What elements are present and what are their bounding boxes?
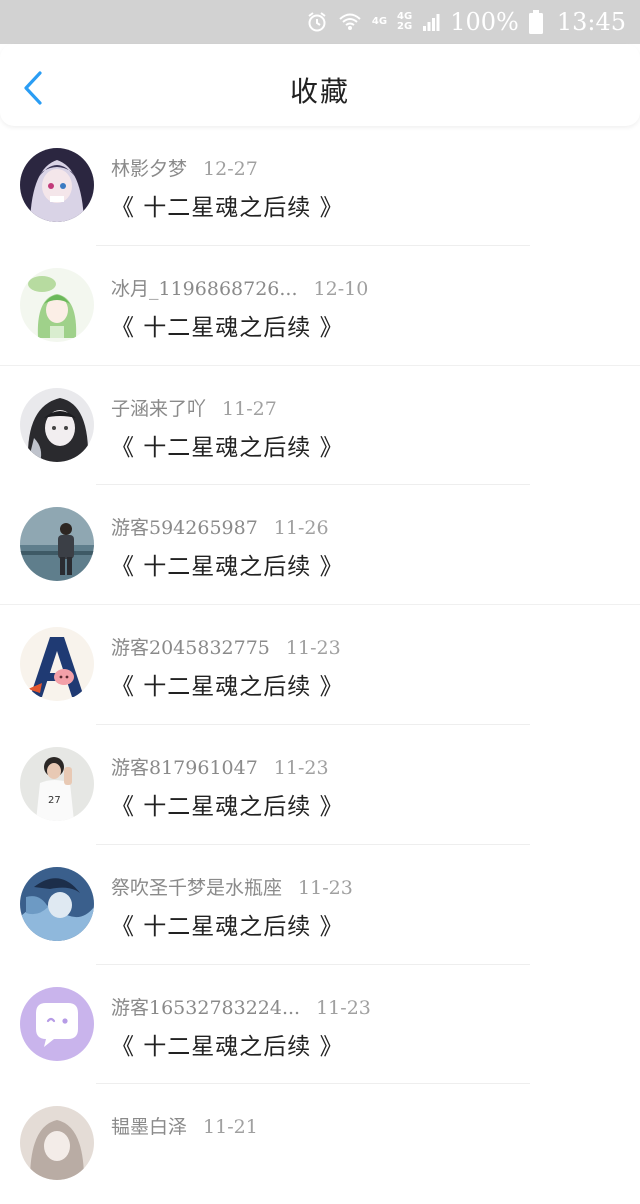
- item-title: 《 十二星魂之后续 》: [111, 554, 344, 581]
- author-name: 祭吹圣千梦是水瓶座: [111, 876, 283, 899]
- avatar: [20, 267, 94, 342]
- item-date: 11-23: [298, 876, 353, 899]
- list-item[interactable]: 祭吹圣千梦是水瓶座 11-23 《 十二星魂之后续 》: [0, 845, 640, 965]
- list-item[interactable]: 游客594265987 11-26 《 十二星魂之后续 》: [0, 485, 640, 606]
- avatar: [20, 1106, 94, 1181]
- item-date: 11-23: [316, 996, 371, 1019]
- item-title: 《 十二星魂之后续 》: [111, 195, 344, 221]
- item-title: 《 十二星魂之后续 》: [111, 1033, 344, 1060]
- list-item[interactable]: 游客2045832775 11-23 《 十二星魂之后续 》: [0, 605, 640, 725]
- item-date: 12-27: [203, 158, 258, 180]
- avatar: [20, 148, 94, 222]
- item-date: 11-23: [273, 756, 329, 779]
- avatar: [20, 507, 94, 582]
- author-name: 游客2045832775: [111, 637, 270, 660]
- favorites-list: 林影夕梦 12-27 《 十二星魂之后续 》 冰月_1196868726... 12…: [0, 126, 640, 1204]
- network-4g-2g-label: 4G 2G: [397, 11, 413, 32]
- list-item[interactable]: 韫墨白泽 11-21: [0, 1084, 640, 1204]
- item-meta: 游客594265987 11-26: [111, 513, 329, 540]
- author-name: 冰月_1196868726...: [111, 277, 298, 300]
- author-name: 游客16532783224...: [111, 996, 301, 1019]
- list-item[interactable]: 27 游客817961047 11-23 《 十二星魂之后续 》: [0, 725, 640, 845]
- item-date: 11-21: [203, 1116, 258, 1139]
- avatar: 27: [20, 746, 94, 821]
- item-meta: 林影夕梦 12-27: [111, 154, 258, 181]
- item-meta: 韫墨白泽 11-21: [111, 1112, 258, 1139]
- list-item[interactable]: 游客16532783224... 11-23 《 十二星魂之后续 》: [0, 965, 640, 1085]
- avatar: [20, 866, 94, 941]
- avatar: [20, 986, 94, 1061]
- item-title: 《 十二星魂之后续 》: [111, 674, 344, 701]
- item-date: 11-23: [285, 637, 341, 660]
- item-meta: 子涵来了吖 11-27: [111, 394, 277, 421]
- wifi-icon: [338, 11, 362, 33]
- item-meta: 游客2045832775 11-23: [111, 633, 341, 660]
- battery-percent: 100%: [450, 8, 519, 36]
- svg-text:27: 27: [48, 795, 61, 806]
- item-meta: 冰月_1196868726... 12-10: [111, 274, 368, 301]
- item-title: 《 十二星魂之后续 》: [111, 793, 344, 820]
- item-date: 11-27: [222, 397, 277, 420]
- network-4g-label: 4G: [371, 16, 388, 27]
- avatar: [20, 627, 94, 702]
- item-title: 《 十二星魂之后续 》: [111, 434, 344, 461]
- avatar: [20, 387, 94, 462]
- author-name: 游客594265987: [111, 517, 258, 540]
- item-meta: 游客817961047 11-23: [111, 753, 329, 780]
- item-title: 《 十二星魂之后续 》: [111, 913, 344, 940]
- item-meta: 祭吹圣千梦是水瓶座 11-23: [111, 873, 353, 900]
- list-item[interactable]: 林影夕梦 12-27 《 十二星魂之后续 》: [0, 126, 640, 246]
- battery-icon: [528, 10, 543, 34]
- list-item[interactable]: 子涵来了吖 11-27 《 十二星魂之后续 》: [0, 366, 640, 486]
- list-item[interactable]: 冰月_1196868726... 12-10 《 十二星魂之后续 》: [0, 246, 640, 366]
- item-title: 《 十二星魂之后续 》: [111, 314, 344, 341]
- item-date: 11-26: [273, 517, 329, 540]
- author-name: 林影夕梦: [111, 158, 188, 180]
- item-meta: 游客16532783224... 11-23: [111, 993, 371, 1020]
- nav-header: 收藏: [0, 44, 640, 126]
- author-name: 子涵来了吖: [111, 397, 207, 420]
- author-name: 游客817961047: [111, 756, 258, 779]
- page-title: 收藏: [289, 75, 350, 108]
- signal-icon: [422, 12, 440, 32]
- clock-time: 13:45: [556, 8, 626, 36]
- alarm-icon: [306, 11, 328, 33]
- status-bar: 4G 4G 2G 100% 13:45: [0, 0, 640, 44]
- item-date: 12-10: [313, 277, 369, 300]
- author-name: 韫墨白泽: [111, 1116, 188, 1139]
